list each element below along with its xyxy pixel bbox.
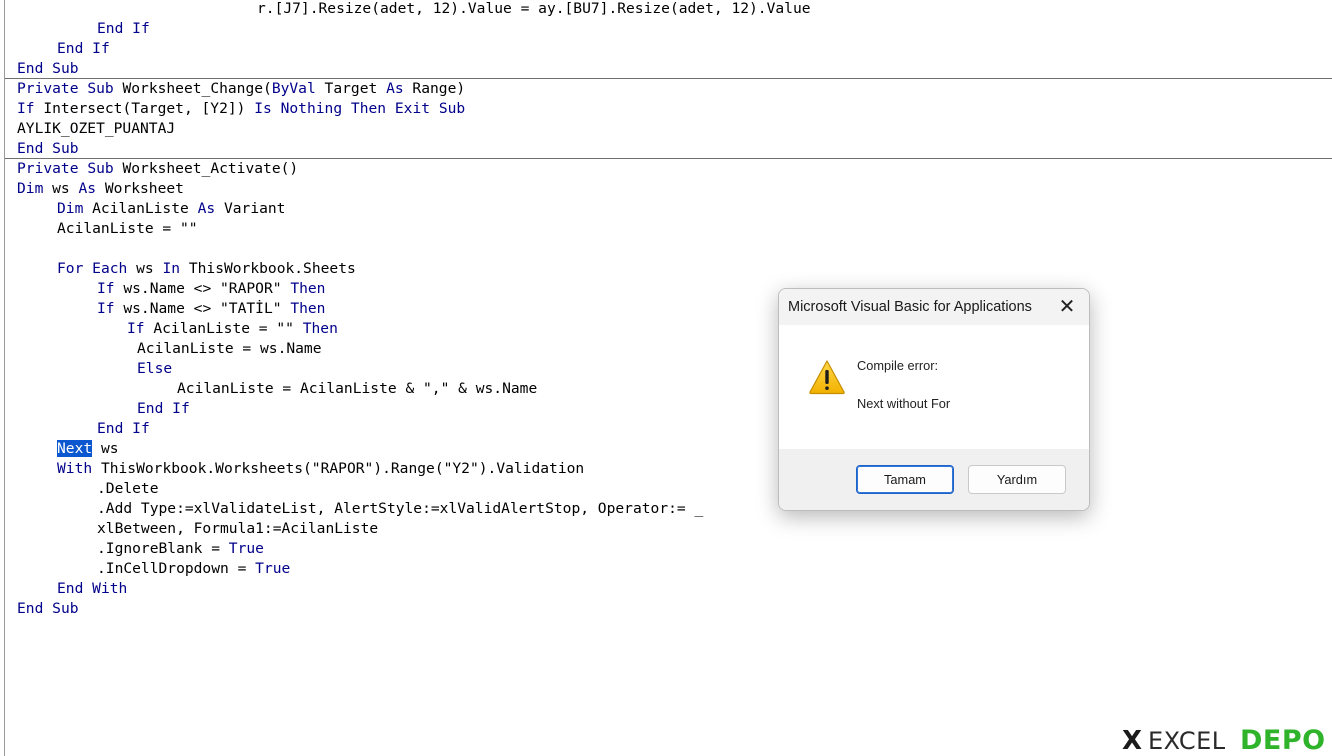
compile-error-dialog[interactable]: Microsoft Visual Basic for Applications …	[778, 288, 1090, 511]
code-line[interactable]: .Delete	[97, 479, 159, 499]
selected-text: Next	[57, 440, 93, 457]
dialog-titlebar[interactable]: Microsoft Visual Basic for Applications …	[779, 289, 1089, 325]
code-line[interactable]: AcilanListe = ws.Name	[137, 339, 322, 359]
code-line[interactable]: End If	[97, 19, 150, 39]
code-line[interactable]: Else	[137, 359, 172, 379]
error-heading: Compile error:	[857, 358, 939, 373]
code-line[interactable]: AcilanListe = ""	[57, 219, 198, 239]
code-line[interactable]: End Sub	[17, 139, 79, 159]
code-line[interactable]: End Sub	[17, 59, 79, 79]
code-line[interactable]: AYLIK_OZET_PUANTAJ	[17, 119, 175, 139]
code-line[interactable]: Next ws	[57, 439, 119, 459]
logo-mark: X	[1122, 726, 1143, 756]
close-icon[interactable]: ✕	[1055, 295, 1079, 319]
code-line[interactable]: xlBetween, Formula1:=AcilanListe	[97, 519, 378, 539]
code-line[interactable]: End If	[137, 399, 190, 419]
code-line[interactable]: .IgnoreBlank = True	[97, 539, 264, 559]
ok-button[interactable]: Tamam	[856, 465, 954, 494]
code-line[interactable]: End If	[97, 419, 150, 439]
warning-icon	[809, 360, 845, 395]
code-line[interactable]: With ThisWorkbook.Worksheets("RAPOR").Ra…	[57, 459, 584, 479]
code-line[interactable]: For Each ws In ThisWorkbook.Sheets	[57, 259, 356, 279]
code-line[interactable]: If AcilanListe = "" Then	[127, 319, 338, 339]
dialog-body: Compile error: Next without For	[779, 325, 1089, 449]
logo-word-excel: EXCEL	[1148, 727, 1226, 755]
procedure-separator	[5, 78, 1332, 79]
excel-depo-logo: X EXCEL DEPO	[1122, 724, 1332, 756]
code-line[interactable]: If ws.Name <> "TATİL" Then	[97, 299, 325, 319]
code-line[interactable]: End Sub	[17, 599, 79, 619]
dialog-title: Microsoft Visual Basic for Applications	[788, 299, 1032, 315]
dialog-footer: Tamam Yardım	[779, 449, 1089, 510]
code-line[interactable]: .Add Type:=xlValidateList, AlertStyle:=x…	[97, 499, 703, 519]
code-line[interactable]: Private Sub Worksheet_Change(ByVal Targe…	[17, 79, 465, 99]
logo-word-depo: DEPO	[1240, 725, 1326, 756]
code-line[interactable]: AcilanListe = AcilanListe & "," & ws.Nam…	[177, 379, 537, 399]
code-line[interactable]: Dim AcilanListe As Variant	[57, 199, 285, 219]
code-line[interactable]: Dim ws As Worksheet	[17, 179, 184, 199]
error-detail: Next without For	[857, 396, 951, 411]
code-line[interactable]: r.[J7].Resize(adet, 12).Value = ay.[BU7]…	[257, 0, 811, 19]
code-line[interactable]: End With	[57, 579, 127, 599]
code-editor[interactable]: r.[J7].Resize(adet, 12).Value = ay.[BU7]…	[4, 0, 1332, 756]
code-line[interactable]: If Intersect(Target, [Y2]) Is Nothing Th…	[17, 99, 465, 119]
help-button[interactable]: Yardım	[968, 465, 1066, 494]
code-line[interactable]: End If	[57, 39, 110, 59]
code-line[interactable]: If ws.Name <> "RAPOR" Then	[97, 279, 325, 299]
code-line[interactable]: Private Sub Worksheet_Activate()	[17, 159, 298, 179]
procedure-separator	[5, 158, 1332, 159]
code-line[interactable]: .InCellDropdown = True	[97, 559, 290, 579]
